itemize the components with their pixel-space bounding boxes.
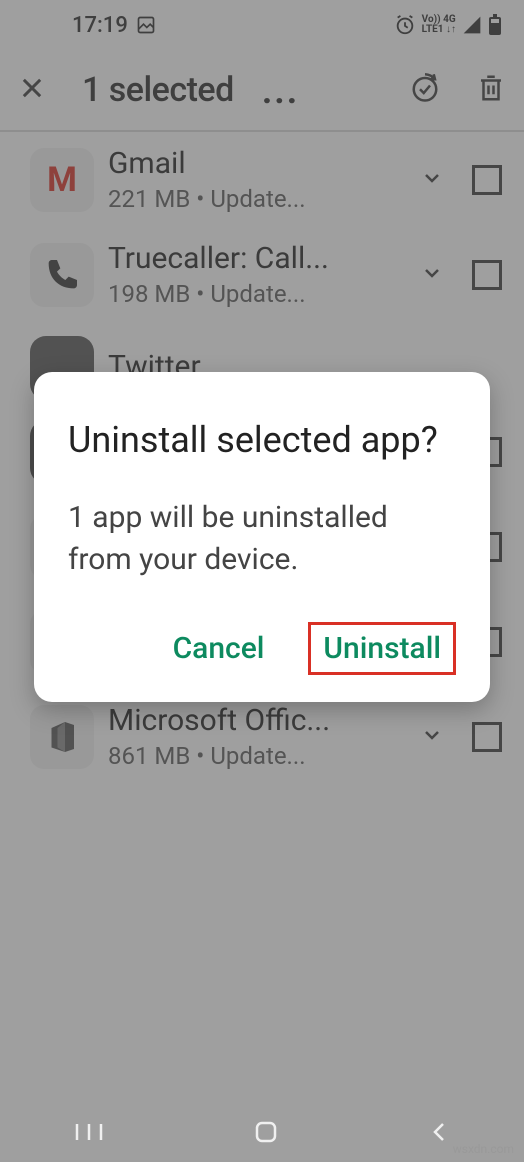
navigation-bar <box>0 1106 524 1162</box>
uninstall-dialog: Uninstall selected app? 1 app will be un… <box>34 372 490 702</box>
recents-button[interactable] <box>73 1120 105 1148</box>
annotation-highlight: Uninstall <box>308 622 456 675</box>
dialog-title: Uninstall selected app? <box>68 416 456 465</box>
dialog-body: 1 app will be uninstalled from your devi… <box>68 497 456 581</box>
back-button[interactable] <box>427 1120 451 1148</box>
watermark: wsxdn.com <box>453 1142 514 1156</box>
cancel-button[interactable]: Cancel <box>159 621 279 676</box>
home-button[interactable] <box>251 1117 281 1151</box>
uninstall-button[interactable]: Uninstall <box>323 631 441 666</box>
